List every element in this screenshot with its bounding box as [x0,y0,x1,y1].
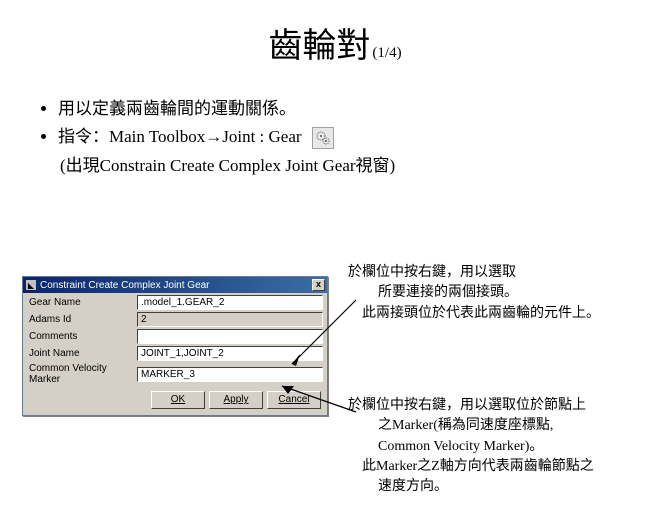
slide-title: 齒輪對(1/4) [0,18,670,67]
annotation-joint: 於欄位中按右鍵，用以選取 所要連接的兩個接頭。 此兩接頭位於代表此兩齒輪的元件上… [348,263,658,324]
apply-button[interactable]: Apply [209,391,263,409]
dialog-window: ◣ Constraint Create Complex Joint Gear x… [22,276,328,416]
anno2-line2: 之Marker(稱為同速度座標點, [348,416,658,436]
bullet-2-prefix: 指令： [58,127,109,146]
anno2-line3: Common Velocity Marker)。 [348,437,658,457]
ok-button[interactable]: OK [151,391,205,409]
label-adams-id: Adams Id [27,314,137,325]
input-adams-id[interactable]: 2 [137,312,323,327]
anno2-line4: 此Marker之Z軸方向代表兩齒輪節點之 [348,457,658,477]
gear-joint-icon[interactable] [312,127,334,149]
title-sub: (1/4) [372,45,401,61]
anno1-line1: 於欄位中按右鍵，用以選取 [348,263,658,283]
dialog-button-row: OK Apply Cancel [27,391,323,409]
anno2-line1: 於欄位中按右鍵，用以選取位於節點上 [348,396,658,416]
dialog-title-text: Constraint Create Complex Joint Gear [40,280,312,291]
anno1-line2: 所要連接的兩個接頭。 [348,283,658,303]
close-icon[interactable]: x [312,279,325,291]
label-cvm: Common Velocity Marker [27,363,137,385]
input-cvm[interactable]: MARKER_3 [137,367,323,382]
input-comments[interactable] [137,329,323,344]
label-gear-name: Gear Name [27,297,137,308]
bullet-2-path: Main Toolbox→Joint : Gear [109,127,302,146]
input-joint-name[interactable]: JOINT_1,JOINT_2 [137,346,323,361]
title-main: 齒輪對 [268,28,370,65]
bullet-1: 用以定義兩齒輪間的運動關係。 [58,95,670,123]
input-gear-name[interactable]: .model_1.GEAR_2 [137,295,323,310]
bullet-2-paren: (出現Constrain Create Complex Joint Gear視窗… [60,151,670,176]
dialog-screenshot: ◣ Constraint Create Complex Joint Gear x… [22,276,328,416]
annotation-cvm: 於欄位中按右鍵，用以選取位於節點上 之Marker(稱為同速度座標點, Comm… [348,396,658,497]
cancel-button[interactable]: Cancel [267,391,321,409]
anno1-line3: 此兩接頭位於代表此兩齒輪的元件上。 [348,304,658,324]
bullet-2: 指令：Main Toolbox→Joint : Gear [58,123,670,151]
dialog-titlebar: ◣ Constraint Create Complex Joint Gear x [23,277,327,293]
anno2-line5: 速度方向。 [348,477,658,497]
bullet-list: 用以定義兩齒輪間的運動關係。 指令：Main Toolbox→Joint : G… [38,95,670,151]
label-joint-name: Joint Name [27,348,137,359]
window-app-icon: ◣ [26,280,36,290]
dialog-body: Gear Name .model_1.GEAR_2 Adams Id 2 Com… [23,293,327,415]
label-comments: Comments [27,331,137,342]
